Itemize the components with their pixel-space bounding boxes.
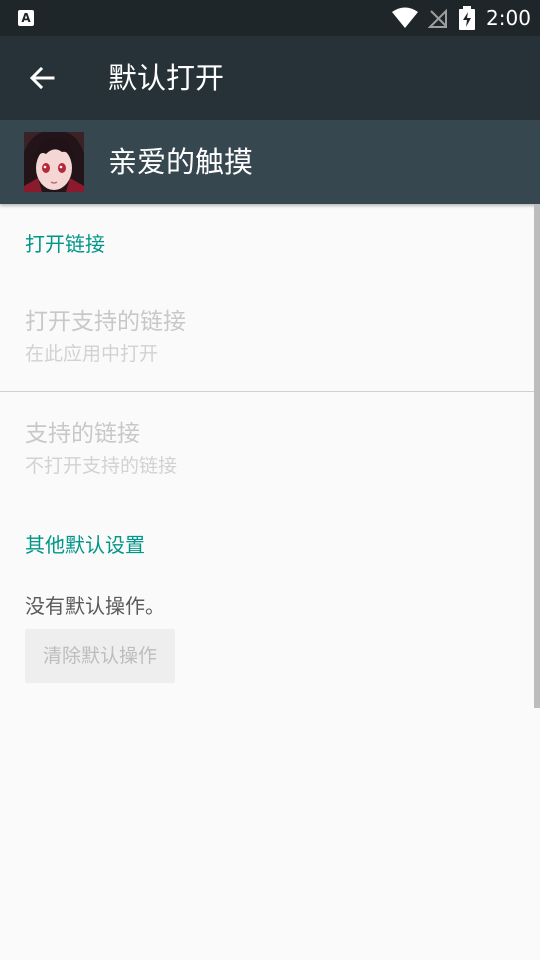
- wifi-icon: [392, 7, 418, 28]
- battery-charging-icon: [459, 6, 475, 30]
- pref-title: 打开支持的链接: [25, 309, 186, 335]
- notification-icon: A: [18, 10, 34, 26]
- clear-defaults-button[interactable]: 清除默认操作: [25, 629, 175, 683]
- section-header-open-links: 打开链接: [25, 232, 105, 256]
- pref-summary: 不打开支持的链接: [25, 455, 178, 477]
- pref-supported-links[interactable]: 支持的链接 不打开支持的链接: [0, 392, 534, 502]
- app-icon: [24, 132, 84, 192]
- no-default-actions-text: 没有默认操作。: [25, 594, 165, 618]
- scrollbar[interactable]: [534, 204, 540, 708]
- signal-icon: [428, 8, 447, 28]
- settings-list: 打开链接 打开支持的链接 在此应用中打开 支持的链接 不打开支持的链接 其他默认…: [0, 204, 540, 960]
- status-bar: A 2:00: [0, 0, 540, 36]
- pref-open-supported-links[interactable]: 打开支持的链接 在此应用中打开: [0, 294, 534, 390]
- toolbar: 默认打开: [0, 36, 540, 120]
- section-header-other-defaults: 其他默认设置: [25, 533, 145, 557]
- arrow-back-icon: [29, 66, 55, 90]
- status-clock: 2:00: [486, 6, 531, 30]
- page-title: 默认打开: [108, 61, 225, 95]
- app-header: 亲爱的触摸: [0, 120, 540, 204]
- pref-title: 支持的链接: [25, 421, 140, 447]
- back-button[interactable]: [18, 54, 66, 102]
- pref-summary: 在此应用中打开: [25, 343, 159, 365]
- app-name: 亲爱的触摸: [108, 145, 254, 179]
